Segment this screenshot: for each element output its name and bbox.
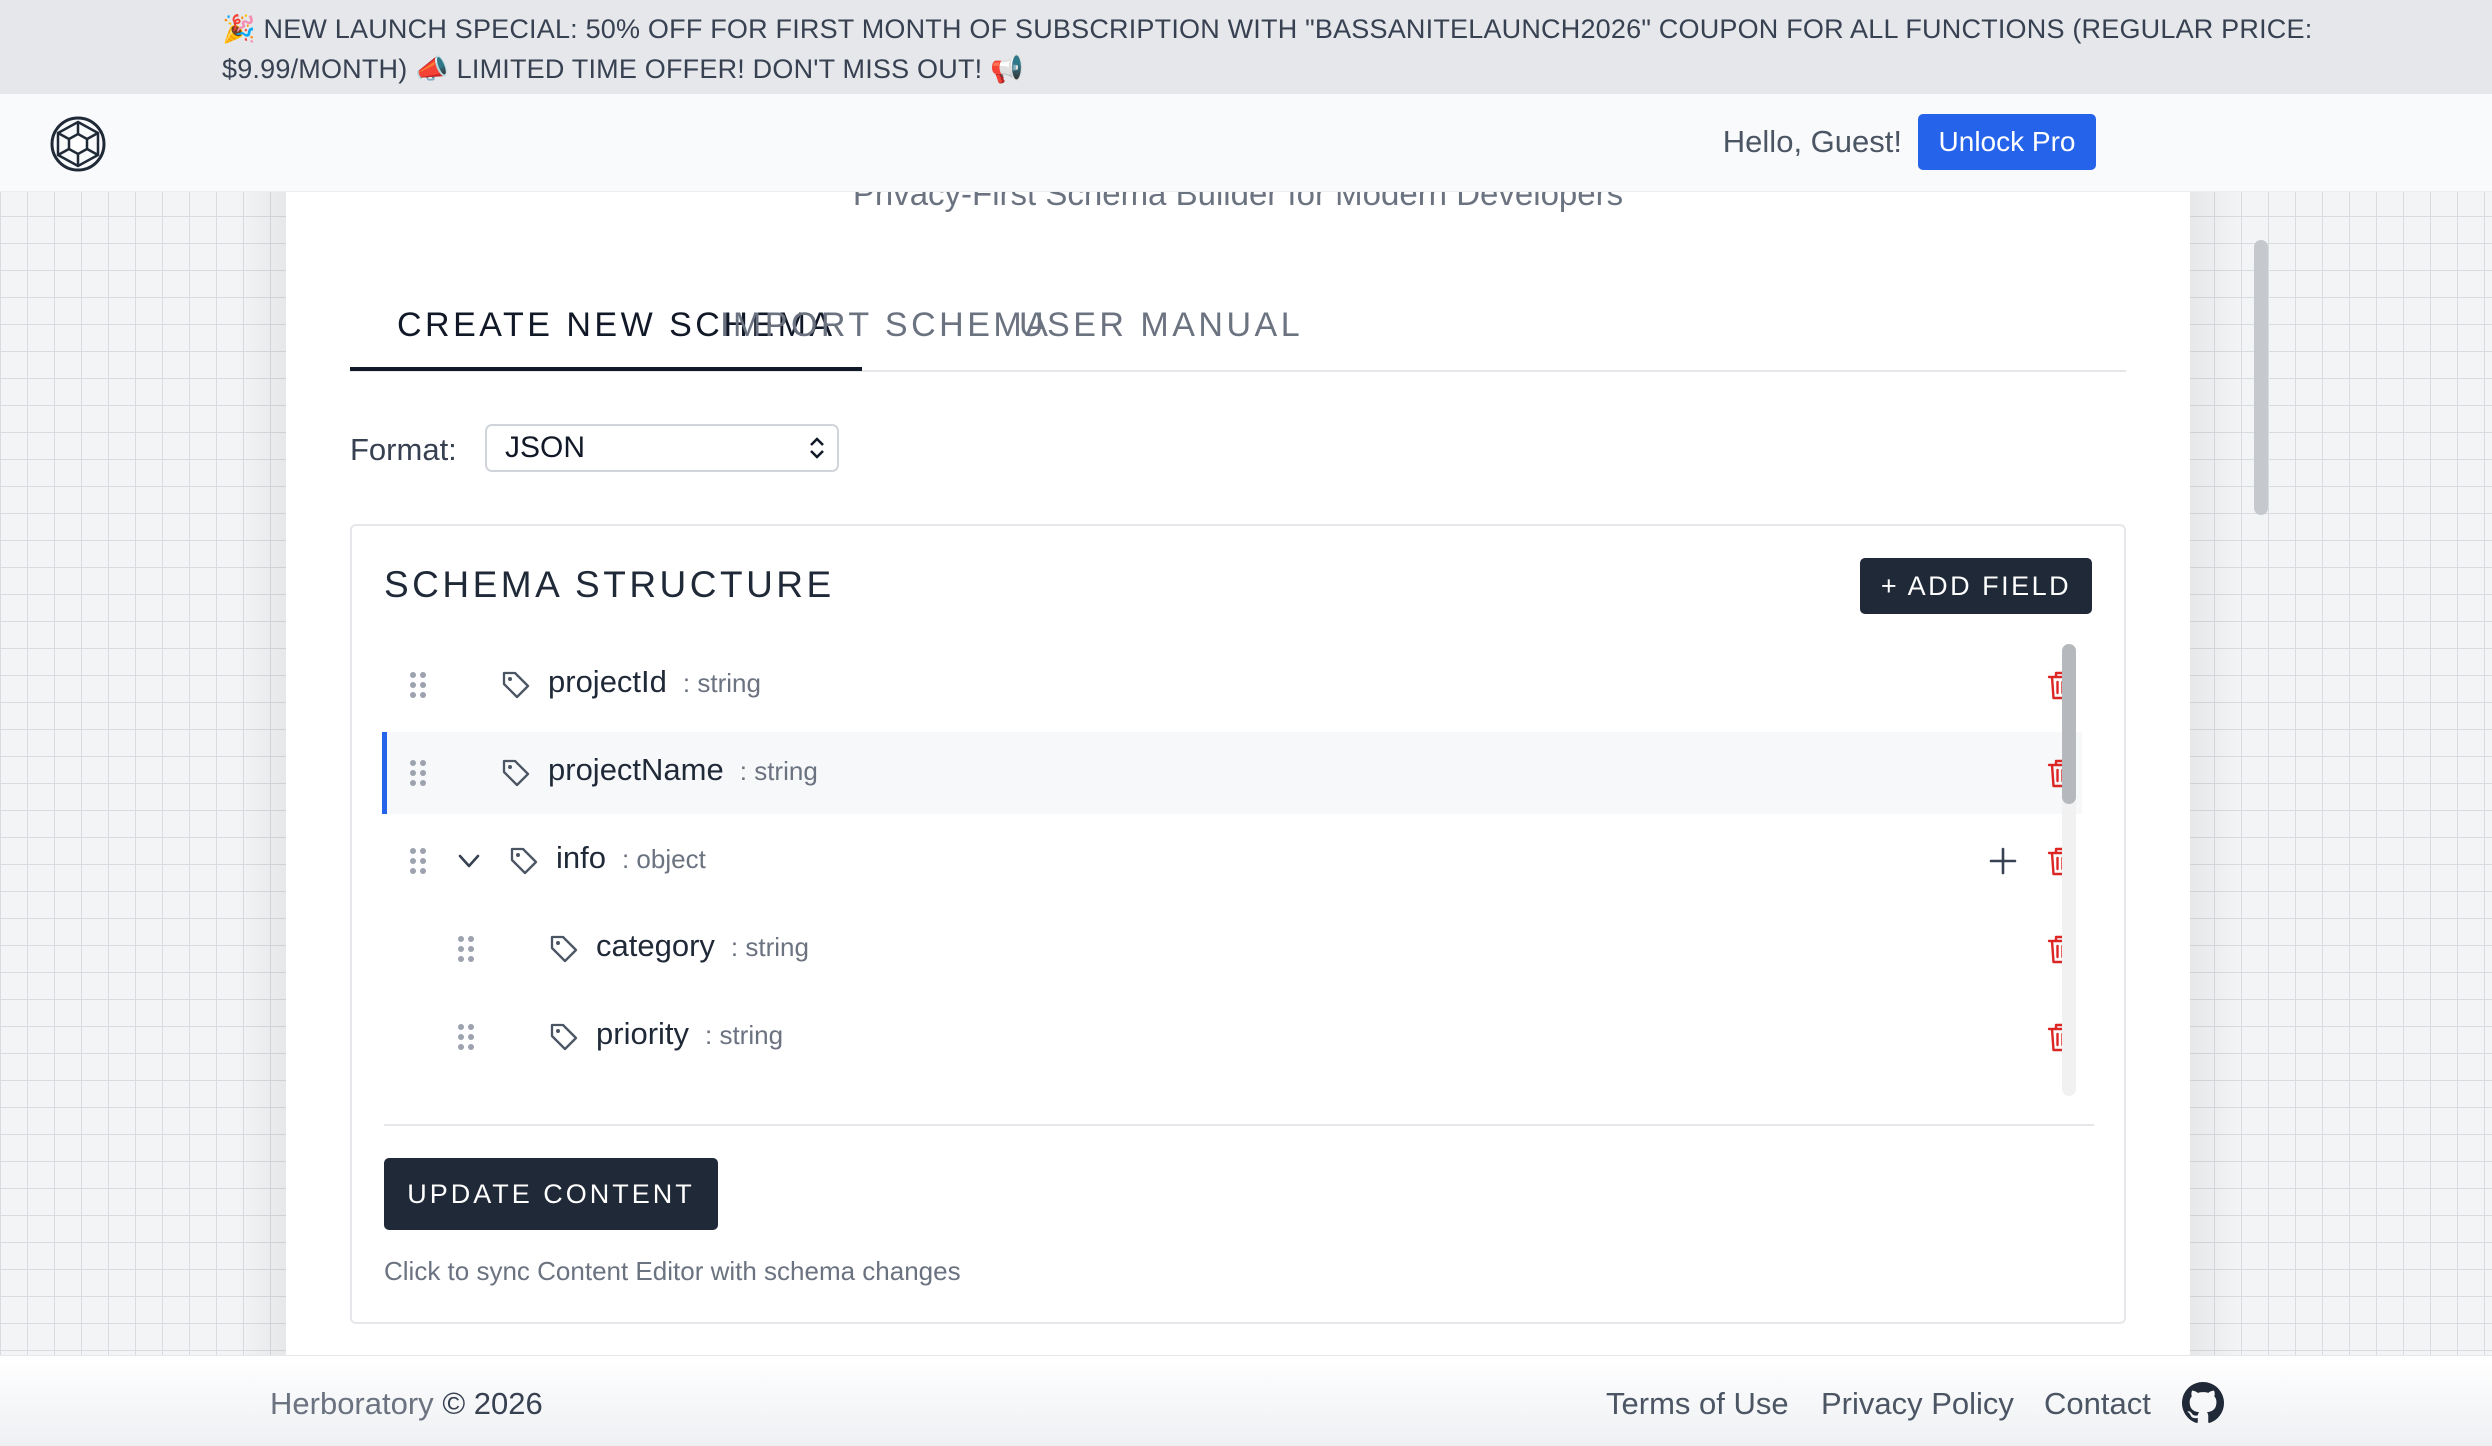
footer-link-terms[interactable]: Terms of Use <box>1606 1386 1789 1422</box>
schema-tree: projectId: string projectName: string i… <box>382 644 2082 1096</box>
tag-icon <box>550 1023 578 1051</box>
update-content-button[interactable]: UPDATE CONTENT <box>384 1158 718 1230</box>
github-icon[interactable] <box>2182 1382 2224 1424</box>
footer-brand: Herboratory <box>270 1386 434 1421</box>
top-nav: Hello, Guest! Unlock Pro <box>0 94 2492 192</box>
unlock-pro-button[interactable]: Unlock Pro <box>1918 114 2096 170</box>
field-type: : string <box>705 1020 784 1050</box>
card-shadow-left <box>236 192 286 1355</box>
field-name[interactable]: priority : string <box>596 1016 783 1052</box>
field-row-info[interactable]: info : object <box>382 820 2082 902</box>
main-card: Privacy-First Schema Builder for Modern … <box>286 192 2190 1355</box>
field-name-text: category <box>596 928 715 963</box>
tab-import-schema[interactable]: IMPORT SCHEMA <box>720 290 1051 372</box>
field-type: : object <box>621 844 706 874</box>
field-row-projectid[interactable]: projectId : string <box>382 644 2082 726</box>
selection-indicator <box>382 732 387 814</box>
footer-copyright: Herboratory © 2026 <box>270 1386 543 1422</box>
field-type: : string <box>739 756 818 786</box>
field-row-priority[interactable]: priority : string <box>382 996 2082 1078</box>
greeting-text: Hello, Guest! <box>1722 124 1902 159</box>
field-name-text: priority <box>596 1016 690 1051</box>
tree-scrollbar-thumb[interactable] <box>2062 644 2076 804</box>
drag-handle-icon[interactable] <box>408 758 428 788</box>
format-select[interactable]: JSON <box>485 424 839 472</box>
field-type: : string <box>682 668 761 698</box>
page-subtitle: Privacy-First Schema Builder for Modern … <box>852 192 1624 212</box>
schema-structure-title: SCHEMA STRUCTURE <box>384 564 835 605</box>
tag-icon <box>502 671 530 699</box>
format-selected-value: JSON <box>505 431 586 464</box>
app-logo-icon[interactable] <box>48 114 108 174</box>
field-name[interactable]: projectId : string <box>548 664 761 700</box>
field-row-category[interactable]: category : string <box>382 908 2082 990</box>
field-name[interactable]: category : string <box>596 928 809 964</box>
tab-user-manual[interactable]: USER MANUAL <box>1019 290 1303 372</box>
field-name[interactable]: projectName : string <box>548 752 818 788</box>
field-name[interactable]: info : object <box>556 840 706 876</box>
schema-structure-panel: SCHEMA STRUCTURE + ADD FIELD projectId : … <box>350 524 2126 1324</box>
page-scrollbar-thumb[interactable] <box>2254 240 2268 515</box>
footer-year: © 2026 <box>442 1386 543 1421</box>
drag-handle-icon[interactable] <box>408 670 428 700</box>
select-arrows-icon <box>810 437 824 459</box>
drag-handle-icon[interactable] <box>408 846 428 876</box>
format-label: Format: <box>350 432 457 467</box>
footer-link-contact[interactable]: Contact <box>2044 1386 2151 1422</box>
update-hint: Click to sync Content Editor with schema… <box>384 1256 961 1286</box>
field-name-text: projectId <box>548 664 667 699</box>
active-tab-indicator <box>350 367 862 371</box>
chevron-down-icon[interactable] <box>456 848 482 874</box>
field-name-text: info <box>556 840 606 875</box>
panel-divider <box>384 1124 2094 1126</box>
tag-icon <box>510 847 538 875</box>
footer: Herboratory © 2026 Terms of Use Privacy … <box>0 1355 2492 1446</box>
tag-icon <box>502 759 530 787</box>
footer-link-privacy[interactable]: Privacy Policy <box>1821 1386 2014 1422</box>
tag-icon <box>550 935 578 963</box>
add-child-field-icon[interactable] <box>1988 846 2018 876</box>
drag-handle-icon[interactable] <box>456 1022 476 1052</box>
add-field-button[interactable]: + ADD FIELD <box>1860 558 2092 614</box>
field-row-projectname[interactable]: projectName : string <box>382 732 2082 814</box>
drag-handle-icon[interactable] <box>456 934 476 964</box>
field-name-text: projectName <box>548 752 724 787</box>
field-type: : string <box>730 932 809 962</box>
tab-bar: CREATE NEW SCHEMA IMPORT SCHEMA USER MAN… <box>350 290 2126 372</box>
card-shadow-right <box>2190 192 2240 1355</box>
promo-text: 🎉 NEW LAUNCH SPECIAL: 50% OFF FOR FIRST … <box>222 14 2313 84</box>
promo-banner: 🎉 NEW LAUNCH SPECIAL: 50% OFF FOR FIRST … <box>0 0 2492 94</box>
